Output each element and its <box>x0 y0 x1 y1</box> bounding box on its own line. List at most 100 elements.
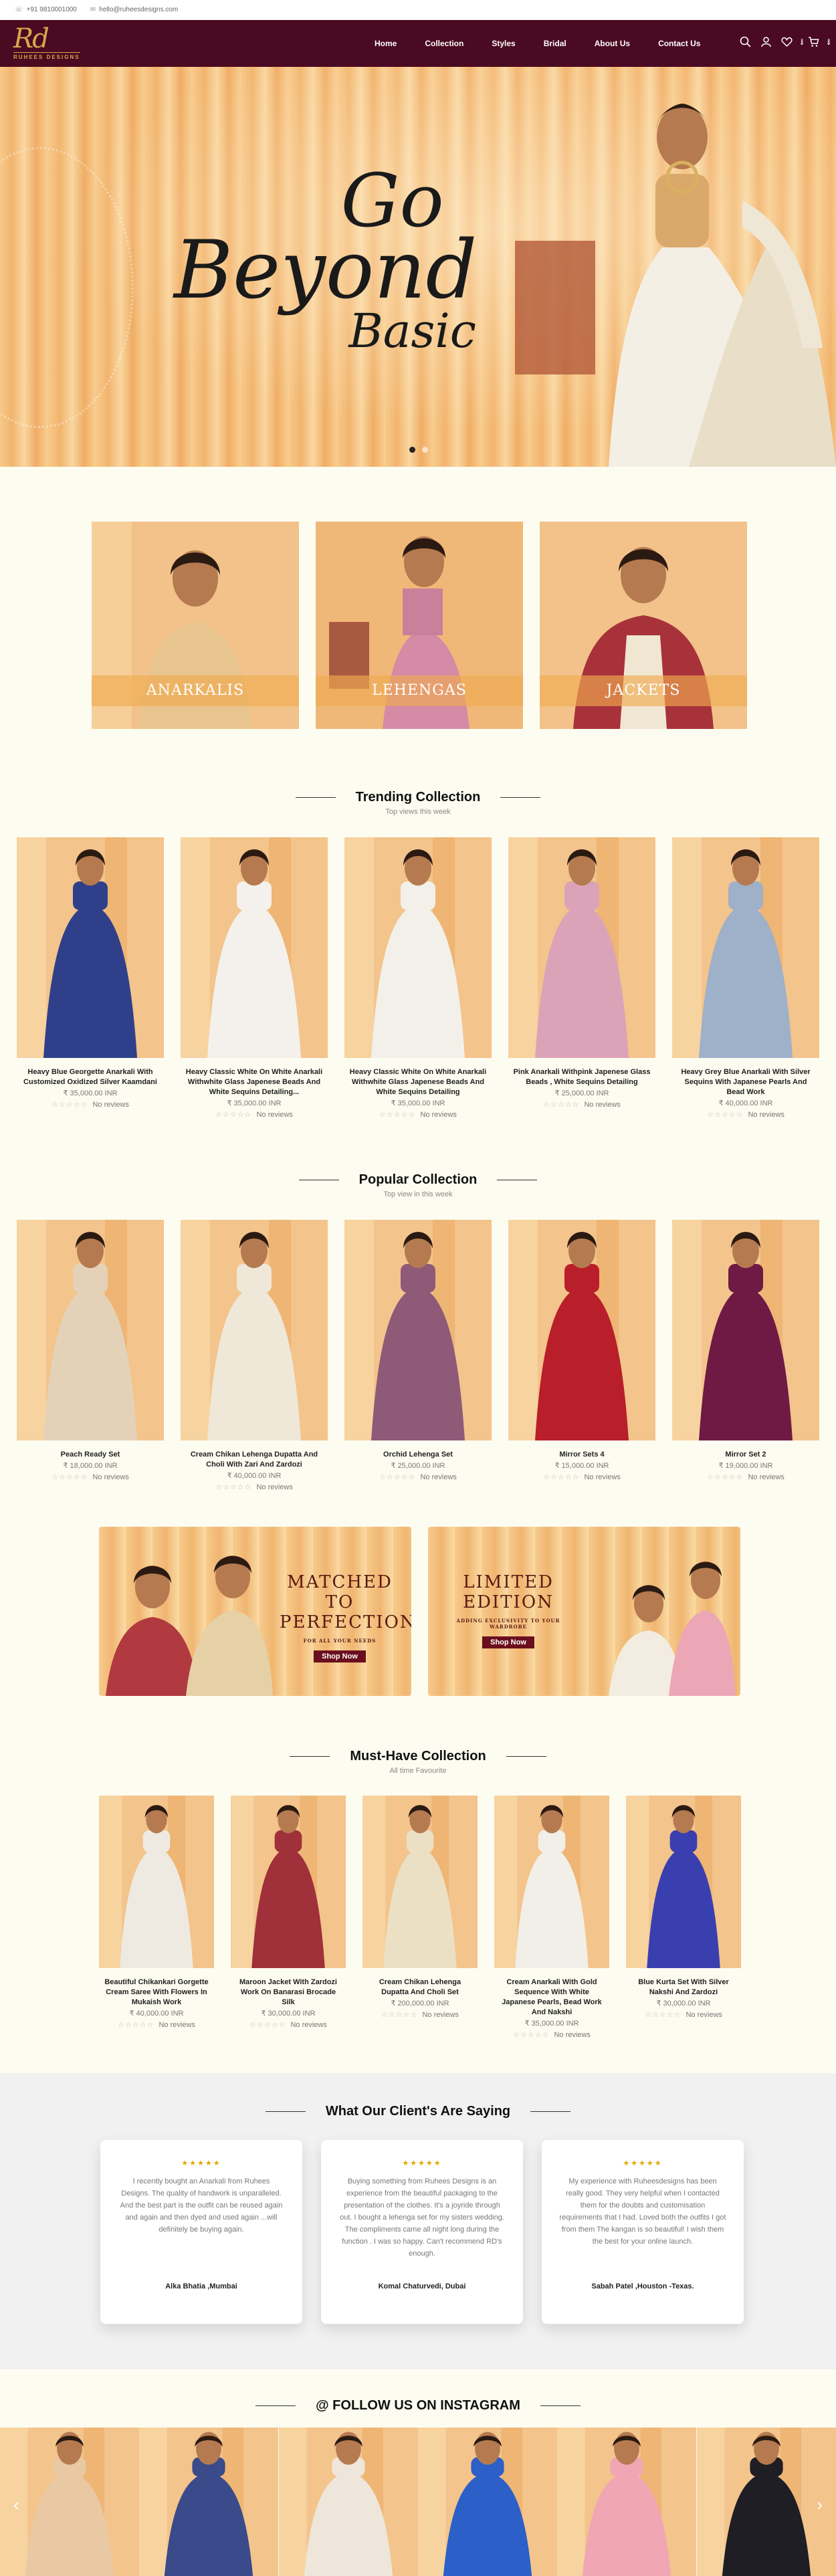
product-name[interactable]: Orchid Lehenga Set <box>344 1450 492 1460</box>
product-name[interactable]: Blue Kurta Set With Silver Nakshi And Za… <box>626 1977 741 1998</box>
promo-matched[interactable]: MATCHED TO PERFECTION FOR ALL YOUR NEEDS… <box>99 1527 411 1696</box>
product-image-wrap[interactable] <box>344 837 492 1058</box>
instagram-post[interactable] <box>696 2428 836 2576</box>
product-card[interactable]: Heavy Classic White On White Anarkali Wi… <box>344 837 492 1119</box>
promo-limited[interactable]: LIMITED EDITION ADDING EXCLUSIVITY TO YO… <box>428 1527 740 1696</box>
section-title: Popular Collection <box>299 1172 538 1188</box>
section-subtitle: Top views this week <box>385 808 451 816</box>
product-image-wrap[interactable] <box>672 837 819 1058</box>
product-card[interactable]: Mirror Set 2 ₹ 19,000.00 INR ☆☆☆☆☆ No re… <box>672 1220 819 1491</box>
chevron-left-icon[interactable]: ‹ <box>13 2494 19 2515</box>
product-card[interactable]: Heavy Blue Georgette Anarkali With Custo… <box>17 837 164 1119</box>
carousel-dot-1[interactable] <box>409 447 415 453</box>
instagram-post[interactable] <box>0 2428 139 2576</box>
brand-logo[interactable]: Rd RUHEES DESIGNS <box>13 25 140 60</box>
product-image-wrap[interactable] <box>17 837 164 1058</box>
product-reviews: ☆☆☆☆☆ No reviews <box>508 1100 655 1109</box>
product-name[interactable]: Heavy Grey Blue Anarkali With Silver Seq… <box>672 1067 819 1097</box>
instagram-post[interactable] <box>278 2428 418 2576</box>
product-name[interactable]: Beautiful Chikankari Gorgette Cream Sare… <box>99 1977 214 2008</box>
product-reviews: ☆☆☆☆☆ No reviews <box>626 2010 741 2019</box>
product-card[interactable]: Maroon Jacket With Zardozi Work On Banar… <box>231 1796 346 2039</box>
phone-number: +91 9810001000 <box>26 6 77 13</box>
product-card[interactable]: Peach Ready Set ₹ 18,000.00 INR ☆☆☆☆☆ No… <box>17 1220 164 1491</box>
product-image-wrap[interactable] <box>508 837 655 1058</box>
chevron-right-icon[interactable]: › <box>817 2494 823 2515</box>
product-price: ₹ 35,000.00 INR <box>391 1099 445 1107</box>
search-icon[interactable] <box>740 36 751 51</box>
product-name[interactable]: Cream Chikan Lehenga Dupatta And Choli S… <box>362 1977 478 1998</box>
product-image-wrap[interactable] <box>626 1796 741 1968</box>
instagram-post[interactable] <box>139 2428 279 2576</box>
shop-now-button[interactable]: Shop Now <box>314 1650 366 1662</box>
category-tiles: ANARKALIS LEHENGAS JACKETS <box>92 522 747 729</box>
cart-icon[interactable]: 0 <box>808 36 830 51</box>
instagram-post[interactable] <box>557 2428 697 2576</box>
product-image-wrap[interactable] <box>362 1796 478 1968</box>
review-count: No reviews <box>584 1101 621 1109</box>
wishlist-icon[interactable]: 0 <box>781 36 804 51</box>
rating-stars-icon: ☆☆☆☆☆ <box>215 1483 252 1491</box>
category-jackets[interactable]: JACKETS <box>540 522 747 729</box>
product-card[interactable]: Cream Chikan Lehenga Dupatta And Choli W… <box>181 1220 328 1491</box>
product-reviews: ☆☆☆☆☆ No reviews <box>494 2030 609 2039</box>
product-name[interactable]: Heavy Classic White On White Anarkali Wi… <box>181 1067 328 1097</box>
product-image-wrap[interactable] <box>99 1796 214 1968</box>
phone-contact[interactable]: ☏ +91 9810001000 <box>15 6 77 13</box>
category-label: LEHENGAS <box>316 675 523 706</box>
product-card[interactable]: Heavy Classic White On White Anarkali Wi… <box>181 837 328 1119</box>
category-lehengas[interactable]: LEHENGAS <box>316 522 523 729</box>
product-image-wrap[interactable] <box>672 1220 819 1440</box>
account-icon[interactable] <box>760 36 772 51</box>
nav-bridal[interactable]: Bridal <box>544 39 566 48</box>
product-image <box>626 1796 741 1968</box>
product-card[interactable]: Mirror Sets 4 ₹ 15,000.00 INR ☆☆☆☆☆ No r… <box>508 1220 655 1491</box>
product-name[interactable]: Mirror Sets 4 <box>508 1450 655 1460</box>
rating-stars-icon: ☆☆☆☆☆ <box>543 1473 580 1481</box>
nav-contact[interactable]: Contact Us <box>658 39 700 48</box>
product-card[interactable]: Orchid Lehenga Set ₹ 25,000.00 INR ☆☆☆☆☆… <box>344 1220 492 1491</box>
main-nav: Home Collection Styles Bridal About Us C… <box>375 20 728 67</box>
nav-styles[interactable]: Styles <box>492 39 515 48</box>
product-reviews: ☆☆☆☆☆ No reviews <box>508 1473 655 1481</box>
promo-banners: MATCHED TO PERFECTION FOR ALL YOUR NEEDS… <box>99 1527 740 1696</box>
instagram-post[interactable] <box>417 2428 557 2576</box>
nav-collection[interactable]: Collection <box>425 39 463 48</box>
product-card[interactable]: Blue Kurta Set With Silver Nakshi And Za… <box>626 1796 741 2039</box>
logo-name: RUHEES DESIGNS <box>13 52 80 60</box>
nav-home[interactable]: Home <box>375 39 397 48</box>
product-image <box>17 837 164 1058</box>
review-count: No reviews <box>584 1473 621 1481</box>
category-anarkalis[interactable]: ANARKALIS <box>92 522 299 729</box>
email-contact[interactable]: ✉ hello@ruheesdesigns.com <box>90 6 178 13</box>
product-image-wrap[interactable] <box>344 1220 492 1440</box>
product-card[interactable]: Heavy Grey Blue Anarkali With Silver Seq… <box>672 837 819 1119</box>
product-name[interactable]: Heavy Classic White On White Anarkali Wi… <box>344 1067 492 1097</box>
product-name[interactable]: Heavy Blue Georgette Anarkali With Custo… <box>17 1067 164 1087</box>
hero-banner[interactable]: Go Beyond Basic <box>0 67 836 467</box>
product-image-wrap[interactable] <box>17 1220 164 1440</box>
carousel-dot-2[interactable] <box>422 447 428 453</box>
product-image-wrap[interactable] <box>508 1220 655 1440</box>
product-image-wrap[interactable] <box>181 1220 328 1440</box>
product-name[interactable]: Cream Chikan Lehenga Dupatta And Choli W… <box>181 1450 328 1470</box>
product-image-wrap[interactable] <box>494 1796 609 1968</box>
product-reviews: ☆☆☆☆☆ No reviews <box>344 1473 492 1481</box>
product-price: ₹ 19,000.00 INR <box>718 1462 773 1470</box>
product-card[interactable]: Beautiful Chikankari Gorgette Cream Sare… <box>99 1796 214 2039</box>
product-reviews: ☆☆☆☆☆ No reviews <box>362 2010 478 2019</box>
product-image-wrap[interactable] <box>231 1796 346 1968</box>
product-name[interactable]: Mirror Set 2 <box>672 1450 819 1460</box>
rating-stars-icon: ☆☆☆☆☆ <box>51 1473 88 1481</box>
product-card[interactable]: Cream Chikan Lehenga Dupatta And Choli S… <box>362 1796 478 2039</box>
nav-about[interactable]: About Us <box>595 39 630 48</box>
product-name[interactable]: Peach Ready Set <box>17 1450 164 1460</box>
product-name[interactable]: Pink Anarkali Withpink Japenese Glass Be… <box>508 1067 655 1087</box>
product-image-wrap[interactable] <box>181 837 328 1058</box>
product-card[interactable]: Pink Anarkali Withpink Japenese Glass Be… <box>508 837 655 1119</box>
mail-icon: ✉ <box>90 6 96 13</box>
shop-now-button[interactable]: Shop Now <box>482 1636 534 1648</box>
product-card[interactable]: Cream Anarkali With Gold Sequence With W… <box>494 1796 609 2039</box>
product-name[interactable]: Maroon Jacket With Zardozi Work On Banar… <box>231 1977 346 2008</box>
product-name[interactable]: Cream Anarkali With Gold Sequence With W… <box>494 1977 609 2018</box>
